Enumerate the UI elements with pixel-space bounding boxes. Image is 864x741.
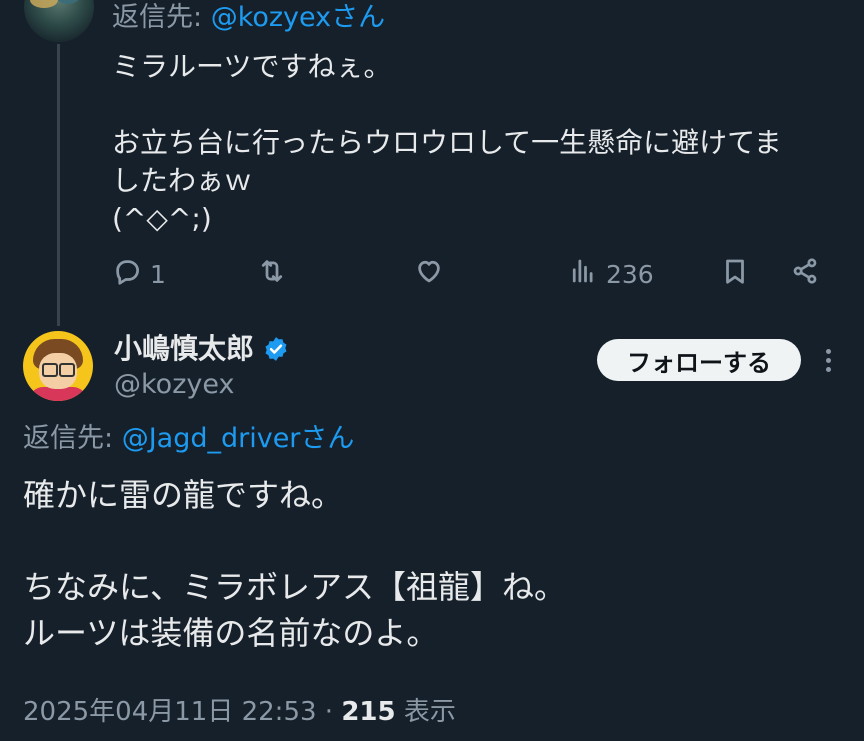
views-button[interactable]: 236	[568, 254, 654, 294]
parent-text-blank-line	[112, 86, 832, 124]
tweet-text-line: ちなみに、ミラボレアス【祖龍】ね。	[23, 568, 567, 606]
like-icon	[414, 256, 444, 292]
user-handle[interactable]: @kozyex	[114, 367, 234, 403]
tweet-thread: 返信先: @kozyexさん ミラルーツですねぇ。 お立ち台に行ったらウロウロし…	[0, 0, 864, 741]
parent-action-bar: 1 236	[112, 254, 828, 294]
more-icon[interactable]	[818, 343, 838, 377]
reply-button[interactable]: 1	[112, 254, 166, 294]
retweet-button[interactable]	[257, 254, 287, 294]
verified-badge-icon	[265, 337, 287, 361]
view-count: 215	[341, 697, 396, 727]
display-name-text: 小嶋慎太郎	[114, 332, 255, 365]
reply-mention-link[interactable]: @Jagd_driver	[122, 423, 301, 454]
parent-reply-to: 返信先: @kozyexさん	[112, 0, 385, 36]
parent-reply-suffix: さん	[331, 2, 386, 33]
avatar[interactable]	[23, 331, 93, 401]
parent-text-line: (^◇^;)	[112, 202, 212, 235]
tweet-text-line: ルーツは装備の名前なのよ。	[23, 614, 439, 652]
parent-text-line: したわぁｗ	[112, 164, 253, 197]
parent-text-line: お立ち台に行ったらウロウロして一生懸命に避けてま	[112, 126, 782, 159]
parent-avatar[interactable]	[24, 0, 94, 42]
parent-tweet-text: ミラルーツですねぇ。 お立ち台に行ったらウロウロして一生懸命に避けてま したわぁ…	[112, 48, 832, 238]
tweet-text-blank-line	[23, 518, 843, 564]
view-label: 表示	[395, 697, 456, 727]
display-name[interactable]: 小嶋慎太郎	[114, 330, 290, 368]
parent-reply-mention-link[interactable]: @kozyex	[211, 2, 331, 33]
follow-button[interactable]: フォローする	[597, 339, 801, 381]
bookmark-icon	[720, 256, 750, 292]
reply-suffix: さん	[300, 423, 355, 454]
views-count: 236	[606, 259, 654, 289]
reply-count: 1	[150, 259, 166, 289]
reply-to: 返信先: @Jagd_driverさん	[23, 420, 354, 458]
meta-separator: ·	[316, 697, 342, 727]
share-button[interactable]	[790, 254, 820, 294]
retweet-icon	[257, 256, 287, 292]
tweet-text-line: 確かに雷の龍ですね。	[23, 476, 344, 514]
timestamp[interactable]: 2025年04月11日 22:53	[23, 697, 317, 727]
views-icon	[568, 256, 598, 292]
reply-icon	[112, 256, 142, 292]
share-icon	[790, 256, 820, 292]
tweet-meta: 2025年04月11日 22:53 · 215 表示	[23, 694, 456, 730]
tweet-text: 確かに雷の龍ですね。 ちなみに、ミラボレアス【祖龍】ね。 ルーツは装備の名前なの…	[23, 472, 843, 656]
parent-text-line: ミラルーツですねぇ。	[112, 50, 392, 83]
like-button[interactable]	[414, 254, 444, 294]
parent-reply-prefix: 返信先:	[112, 2, 211, 33]
reply-prefix: 返信先:	[23, 423, 122, 454]
bookmark-button[interactable]	[720, 254, 750, 294]
thread-line	[57, 44, 60, 326]
